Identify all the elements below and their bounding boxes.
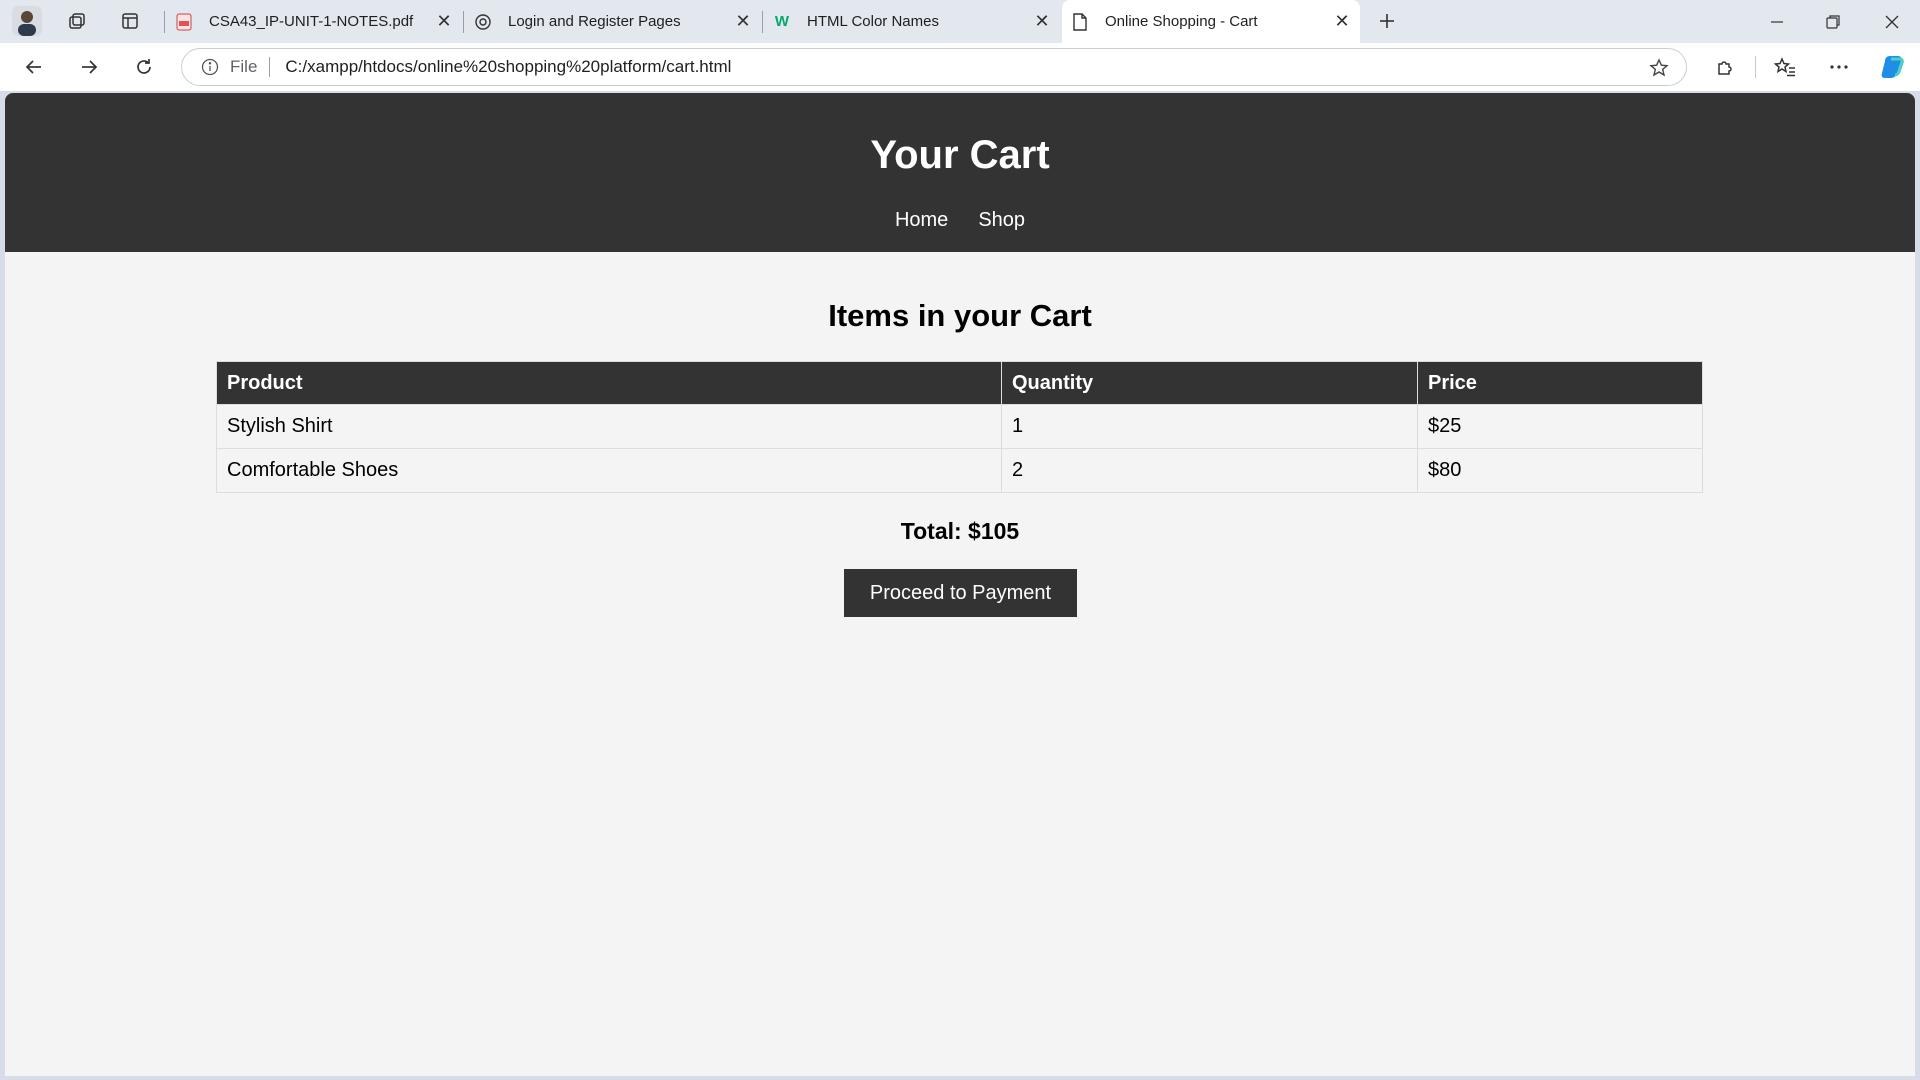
forward-icon[interactable] <box>71 50 107 84</box>
tab-login-register[interactable]: Login and Register Pages ✕ <box>465 0 761 43</box>
tab-separator <box>164 11 165 33</box>
product-cell: Comfortable Shoes <box>216 448 1002 493</box>
column-header-price: Price <box>1417 361 1703 405</box>
nav-link-home[interactable]: Home <box>895 209 948 232</box>
browser-toolbar: File C:/xampp/htdocs/online%20shopping%2… <box>0 43 1920 91</box>
close-tab-icon[interactable]: ✕ <box>432 10 456 34</box>
cart-total: Total: $105 <box>900 518 1020 544</box>
close-window-icon[interactable] <box>1864 0 1920 43</box>
favorite-star-icon[interactable] <box>1648 57 1670 79</box>
url-text[interactable]: C:/xampp/htdocs/online%20shopping%20plat… <box>285 57 731 77</box>
price-cell: $80 <box>1417 448 1703 493</box>
tab-title: Login and Register Pages <box>508 13 681 30</box>
favorites-icon[interactable] <box>1768 51 1802 83</box>
address-divider <box>269 57 271 77</box>
proceed-to-payment-button[interactable]: Proceed to Payment <box>844 569 1077 617</box>
address-bar[interactable]: File C:/xampp/htdocs/online%20shopping%2… <box>181 48 1687 86</box>
tab-title: CSA43_IP-UNIT-1-NOTES.pdf <box>209 13 414 30</box>
quantity-cell: 1 <box>1001 404 1418 449</box>
tab-title: Online Shopping - Cart <box>1105 13 1258 30</box>
info-icon[interactable] <box>200 57 220 77</box>
pdf-icon <box>175 13 193 31</box>
toolbar-divider <box>1755 56 1756 78</box>
close-tab-icon[interactable]: ✕ <box>731 10 755 34</box>
quantity-cell: 2 <box>1001 448 1418 493</box>
refresh-icon[interactable] <box>126 50 162 84</box>
tab-separator <box>463 11 464 33</box>
price-cell: $25 <box>1417 404 1703 449</box>
extensions-icon[interactable] <box>1708 51 1742 83</box>
tab-title: HTML Color Names <box>807 13 939 30</box>
tab-online-shopping-cart[interactable]: Online Shopping - Cart ✕ <box>1062 0 1360 43</box>
nav-link-shop[interactable]: Shop <box>978 209 1025 232</box>
copilot-icon[interactable] <box>1876 51 1910 83</box>
cart-section-heading: Items in your Cart <box>828 298 1092 333</box>
tab-html-color-names[interactable]: W HTML Color Names ✕ <box>764 0 1060 43</box>
w3schools-icon: W <box>774 13 790 30</box>
site-header: Your Cart Home Shop <box>5 93 1915 252</box>
product-cell: Stylish Shirt <box>216 404 1002 449</box>
restore-icon[interactable] <box>1805 0 1861 43</box>
table-header-row: Product Quantity Price <box>216 361 1703 405</box>
page-viewport: Your Cart Home Shop Items in your Cart P… <box>5 93 1915 1076</box>
page-icon <box>1071 12 1089 31</box>
site-nav: Home Shop <box>5 209 1915 232</box>
minimize-icon[interactable] <box>1749 0 1805 43</box>
file-scheme-label: File <box>230 57 258 76</box>
vertical-tabs-icon[interactable] <box>110 4 150 38</box>
more-options-icon[interactable] <box>1822 51 1856 83</box>
tab-separator <box>762 11 763 33</box>
profile-avatar[interactable] <box>12 6 42 36</box>
table-row: Stylish Shirt 1 $25 <box>216 404 1703 449</box>
close-tab-icon[interactable]: ✕ <box>1030 10 1054 34</box>
column-header-quantity: Quantity <box>1001 361 1418 405</box>
page-title: Your Cart <box>870 133 1050 177</box>
close-tab-icon[interactable]: ✕ <box>1330 10 1354 34</box>
tab-pdf-notes[interactable]: CSA43_IP-UNIT-1-NOTES.pdf ✕ <box>166 0 462 43</box>
chatgpt-icon <box>474 13 492 31</box>
back-icon[interactable] <box>16 50 52 84</box>
cart-table: Product Quantity Price Stylish Shirt 1 $… <box>216 361 1703 493</box>
table-row: Comfortable Shoes 2 $80 <box>216 448 1703 493</box>
workspaces-icon[interactable] <box>57 4 97 38</box>
column-header-product: Product <box>216 361 1002 405</box>
new-tab-icon[interactable] <box>1370 4 1404 38</box>
tab-strip: CSA43_IP-UNIT-1-NOTES.pdf ✕ Login and Re… <box>0 0 1920 43</box>
